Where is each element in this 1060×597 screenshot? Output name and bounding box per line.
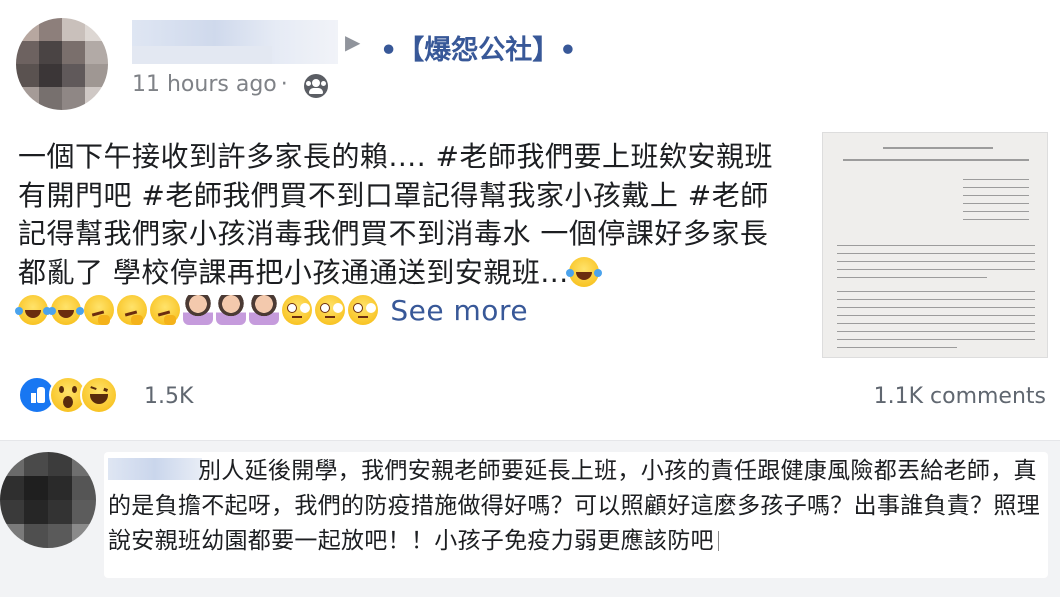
facepalm-emoji-icon [216,295,246,325]
facepalm-emoji-icon [183,295,213,325]
eye-roll-emoji-icon [315,295,345,325]
eye-roll-emoji-icon [282,295,312,325]
eye-roll-emoji-icon [348,295,378,325]
group-name-link[interactable]: •【爆怨公社】• [380,28,577,67]
comments-count-link[interactable]: 1.1K comments [874,384,1046,409]
haha-icon [80,376,118,414]
laugh-cry-emoji-icon [48,295,81,325]
document-photo[interactable] [822,132,1048,358]
thinking-emoji-icon [84,295,114,325]
laugh-cry-emoji-icon [565,256,599,287]
laugh-cry-emoji-icon [15,295,48,325]
thinking-emoji-icon [117,295,147,325]
facepalm-emoji-icon [249,295,279,325]
text-cursor [717,531,719,551]
commenter-avatar[interactable] [0,452,96,548]
post-body: 一個下午接收到許多家長的賴.... #老師我們要上班欸安親班有開門吧 #老師我們… [15,138,788,331]
post-text: 一個下午接收到許多家長的賴.... #老師我們要上班欸安親班有開門吧 #老師我們… [18,140,773,289]
see-more-link[interactable]: See more [390,294,528,327]
post-time[interactable]: 11 hours ago [132,72,277,97]
friends-audience-icon[interactable] [304,74,328,98]
poster-name-blurred[interactable] [132,20,338,64]
share-arrow-icon: ▶ [345,30,361,54]
thinking-emoji-icon [150,295,180,325]
post-meta: 11 hours ago · [132,72,292,97]
meta-separator: · [280,72,288,97]
reaction-count[interactable]: 1.5K [144,384,193,409]
poster-avatar[interactable] [16,18,108,110]
comment-text-wrap: 別人延後開學，我們安親老師要延長上班，小孩的責任跟健康風險都丟給老師，真的是負擔… [108,454,1044,559]
comment-text: 別人延後開學，我們安親老師要延長上班，小孩的責任跟健康風險都丟給老師，真的是負擔… [108,458,1040,554]
